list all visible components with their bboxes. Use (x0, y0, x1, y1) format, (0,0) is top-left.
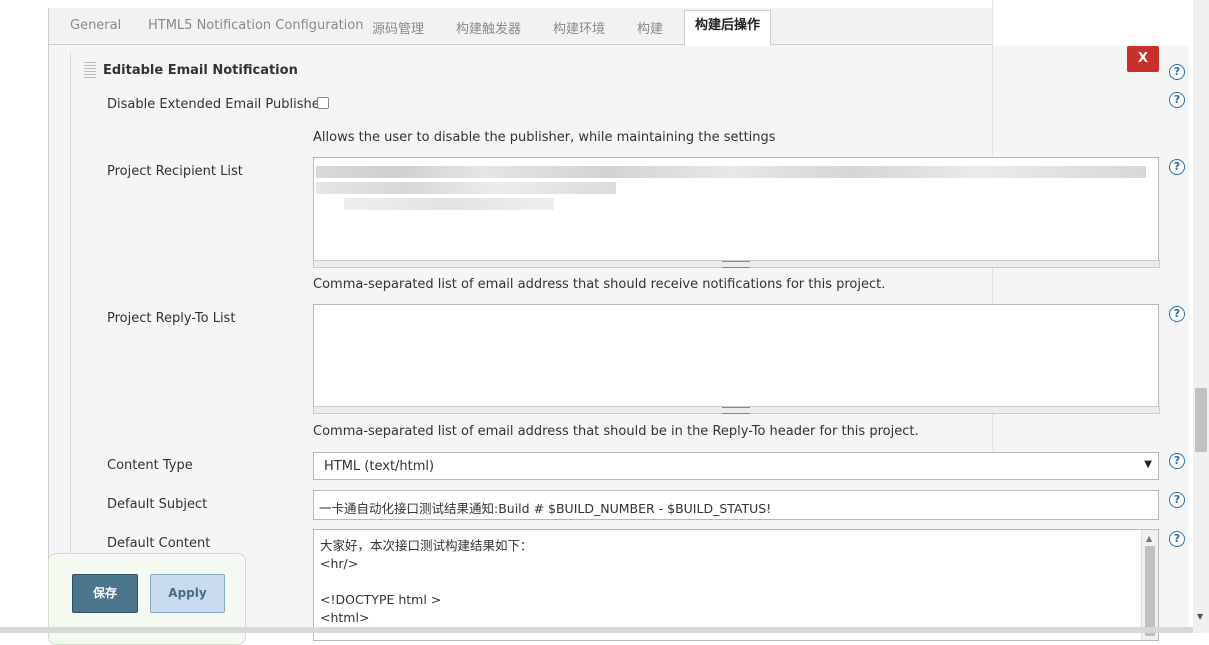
tab-bar-left-border (48, 8, 49, 633)
save-button[interactable]: 保存 (72, 574, 138, 613)
resize-grip-icon[interactable] (722, 261, 750, 268)
tab-build-triggers[interactable]: 构建触发器 (456, 18, 521, 37)
recipient-list-label: Project Recipient List (107, 164, 243, 179)
page-scroll-thumb[interactable] (1195, 388, 1207, 452)
tab-html5-notification[interactable]: HTML5 Notification Configuration (148, 18, 363, 33)
content-scroll-thumb[interactable] (1145, 546, 1155, 636)
help-icon[interactable]: ? (1169, 306, 1185, 322)
content-type-select[interactable]: HTML (text/html) ▼ (313, 452, 1159, 480)
drag-handle-icon[interactable] (84, 62, 96, 80)
content-line (320, 573, 533, 591)
section-title: Editable Email Notification (103, 63, 298, 78)
help-icon[interactable]: ? (1169, 92, 1185, 108)
page-scrollbar[interactable]: ▼ (1193, 0, 1209, 633)
help-icon[interactable]: ? (1169, 159, 1185, 175)
default-subject-input[interactable]: 一卡通自动化接口测试结果通知:Build # $BUILD_NUMBER - $… (313, 490, 1159, 520)
tab-build[interactable]: 构建 (637, 18, 663, 37)
help-icon[interactable]: ? (1169, 64, 1185, 80)
recipient-list-textarea[interactable] (313, 157, 1159, 261)
scroll-down-icon[interactable]: ▼ (1197, 612, 1203, 621)
apply-button[interactable]: Apply (150, 574, 225, 613)
tab-scm[interactable]: 源码管理 (372, 18, 424, 37)
resize-grip-icon[interactable] (722, 407, 750, 414)
default-subject-label: Default Subject (107, 497, 208, 512)
content-line: <html> (320, 610, 370, 625)
redacted-text (316, 182, 616, 194)
scroll-up-icon[interactable]: ▲ (1146, 534, 1152, 543)
content-type-value: HTML (text/html) (324, 459, 435, 474)
default-subject-value: 一卡通自动化接口测试结果通知:Build # $BUILD_NUMBER - $… (319, 501, 772, 516)
disable-publisher-help-text: Allows the user to disable the publisher… (313, 130, 776, 145)
replyto-list-textarea[interactable] (313, 304, 1159, 408)
default-content-label: Default Content (107, 536, 211, 551)
help-icon[interactable]: ? (1169, 453, 1185, 469)
help-icon[interactable]: ? (1169, 492, 1185, 508)
content-line: <!DOCTYPE html > (320, 592, 442, 607)
tab-build-environment[interactable]: 构建环境 (553, 18, 605, 37)
content-scrollbar[interactable]: ▲ (1141, 530, 1158, 640)
replyto-list-label: Project Reply-To List (107, 311, 236, 326)
default-content-textarea[interactable]: 大家好，本次接口测试构建结果如下： <hr/> <!DOCTYPE html >… (313, 529, 1159, 641)
redacted-text (316, 166, 1146, 178)
dropdown-arrow-icon: ▼ (1144, 459, 1152, 470)
disable-publisher-label: Disable Extended Email Publisher (107, 97, 326, 112)
redacted-text (344, 198, 554, 210)
recipient-list-help-text: Comma-separated list of email address th… (313, 277, 886, 292)
section-indent-line (70, 52, 71, 633)
tab-general[interactable]: General (70, 18, 121, 33)
content-line: 大家好，本次接口测试构建结果如下： (320, 538, 533, 553)
left-gutter (0, 0, 48, 633)
tab-post-build-actions[interactable]: 构建后操作 (684, 10, 772, 46)
help-icon[interactable]: ? (1169, 531, 1185, 547)
replyto-list-help-text: Comma-separated list of email address th… (313, 424, 919, 439)
content-line: <hr/> (320, 556, 359, 571)
disable-publisher-checkbox[interactable] (317, 97, 329, 109)
delete-section-button[interactable]: X (1127, 46, 1159, 72)
content-type-label: Content Type (107, 458, 193, 473)
horizontal-scrollbar[interactable] (0, 627, 1193, 633)
